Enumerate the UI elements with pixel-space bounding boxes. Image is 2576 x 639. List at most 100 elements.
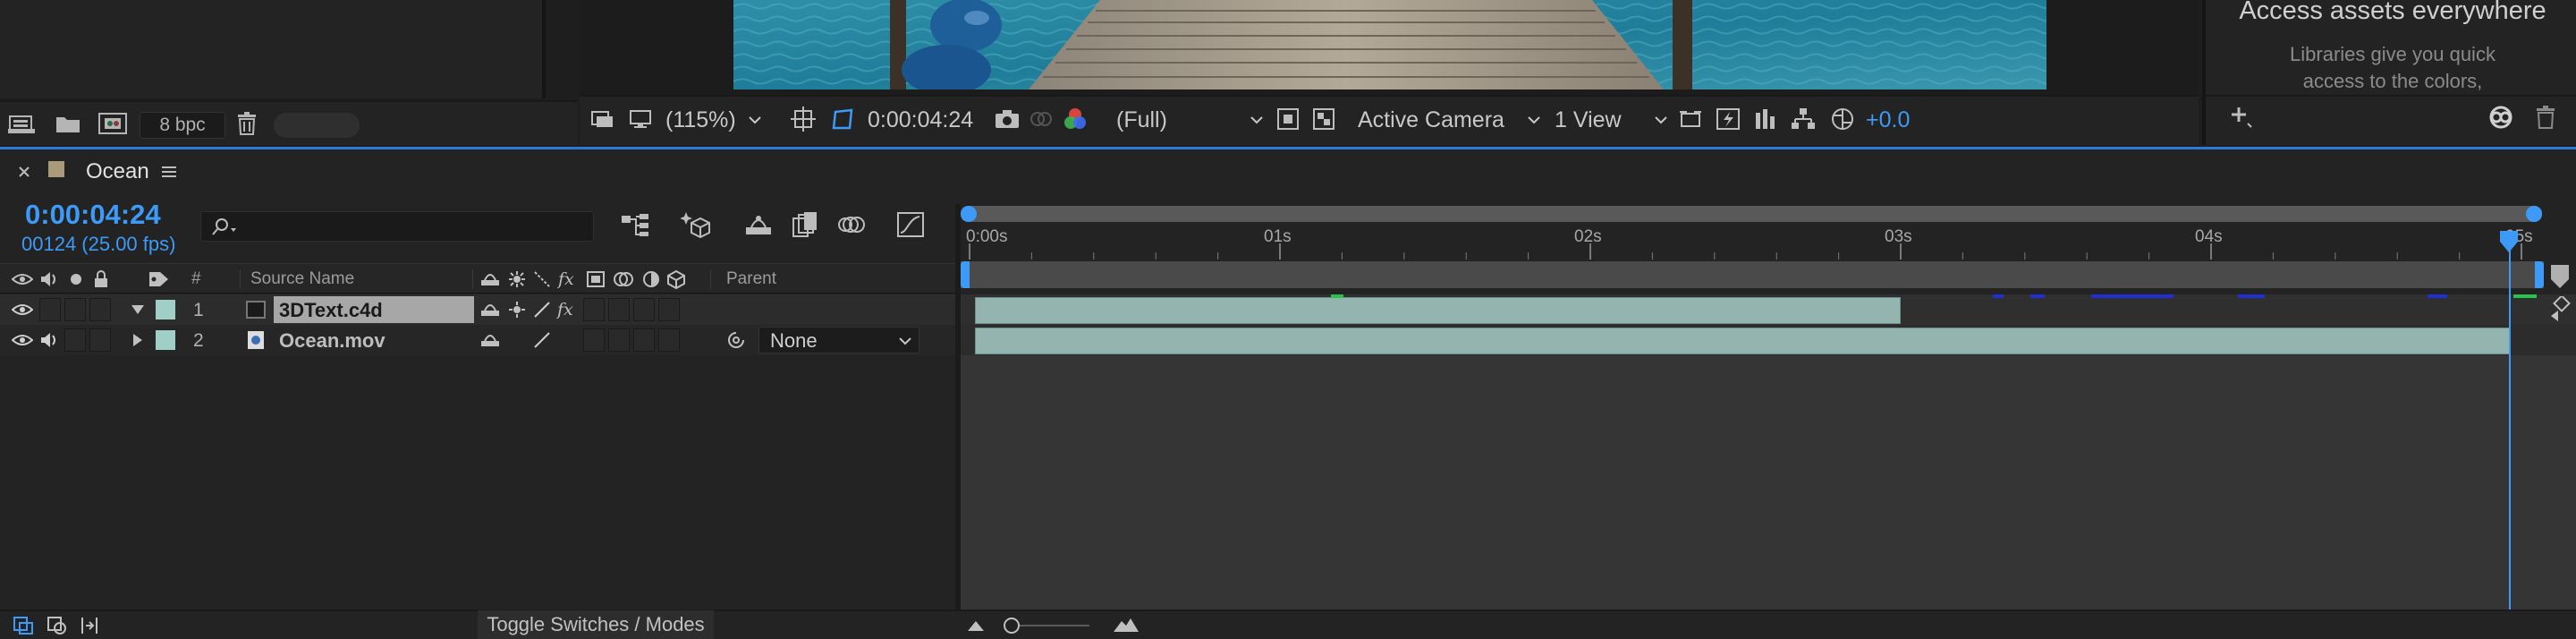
trash-icon[interactable]	[233, 111, 261, 136]
snapshot-camera-icon[interactable]	[993, 106, 1021, 132]
video-visibility-toggle[interactable]	[11, 300, 34, 320]
adjustment-switch[interactable]	[633, 298, 655, 321]
video-visibility-toggle[interactable]	[11, 330, 34, 350]
expand-triangle-down-icon[interactable]	[127, 300, 148, 320]
toggle-switches-modes-button[interactable]: Toggle Switches / Modes	[478, 610, 714, 639]
creative-cloud-icon[interactable]	[2483, 102, 2519, 132]
time-navigator-bar[interactable]	[961, 206, 2542, 222]
interpret-footage-icon[interactable]	[7, 111, 39, 136]
movie-footage-icon	[245, 330, 267, 350]
3d-switch[interactable]	[658, 298, 680, 321]
view-layout-dropdown[interactable]: 1 View	[1555, 104, 1673, 136]
reset-exposure-icon[interactable]	[1828, 106, 1857, 132]
frame-blending-icon[interactable]	[789, 209, 821, 240]
layer-label-color[interactable]	[156, 300, 175, 320]
monitor-icon[interactable]	[626, 106, 655, 132]
shy-switch-icon[interactable]	[479, 330, 501, 350]
label-tag-header-icon	[147, 269, 172, 289]
comp-mini-flowchart-icon[interactable]	[619, 209, 651, 240]
collapse-switch-icon[interactable]	[506, 300, 528, 320]
3d-switch[interactable]	[658, 328, 680, 352]
adjustment-layer-header-icon	[640, 269, 662, 289]
layer-switches-pane-icon[interactable]	[11, 615, 36, 636]
work-area-bar[interactable]	[961, 261, 2544, 288]
quality-switch-icon[interactable]	[531, 330, 553, 350]
current-time-display[interactable]: 0:00:04:24	[25, 199, 161, 231]
add-asset-icon[interactable]	[2225, 102, 2258, 132]
motion-blur-switch[interactable]	[608, 328, 630, 352]
layer-track-area	[961, 294, 2576, 609]
new-folder-icon[interactable]	[52, 111, 84, 136]
audio-toggle-empty[interactable]	[39, 298, 61, 321]
zoom-in-mountain-icon[interactable]	[1113, 615, 1140, 635]
navigator-end-handle[interactable]	[2526, 206, 2542, 222]
timeline-icon[interactable]	[1751, 106, 1780, 132]
frame-blend-switch[interactable]	[583, 298, 605, 321]
zoom-slider-thumb[interactable]	[1004, 618, 1020, 634]
navigator-start-handle[interactable]	[961, 206, 977, 222]
graph-editor-icon[interactable]	[894, 209, 927, 240]
camera-dropdown[interactable]: Active Camera	[1358, 104, 1546, 136]
playhead-handle[interactable]	[2498, 229, 2520, 254]
libraries-description-2: access to the colors,	[2302, 70, 2483, 92]
fast-previews-icon[interactable]	[1714, 106, 1742, 132]
new-composition-icon[interactable]	[97, 111, 129, 136]
exposure-value[interactable]: +0.0	[1866, 104, 1910, 136]
mask-visibility-icon[interactable]	[828, 106, 857, 132]
parent-pickwhip-icon[interactable]	[724, 330, 748, 350]
ruler-tick-label: 02s	[1574, 227, 1602, 246]
work-area-start-handle[interactable]	[961, 261, 970, 288]
parent-dropdown[interactable]: None	[758, 327, 919, 354]
draft-3d-icon[interactable]	[680, 209, 712, 240]
time-ruler[interactable]: 0:00s 01s 02s 03s 04s 05s	[961, 227, 2542, 260]
parent-column-header[interactable]: Parent	[726, 269, 776, 289]
layer-1-switches: fx	[474, 294, 955, 325]
region-of-interest-icon[interactable]	[1274, 106, 1302, 132]
comp-marker-bin-icon[interactable]	[2549, 263, 2571, 290]
composition-frame-image	[733, 0, 2046, 89]
layer-label-color[interactable]	[156, 330, 175, 350]
project-panel	[0, 0, 542, 98]
bit-depth-button[interactable]: 8 bpc	[140, 112, 225, 139]
shy-layers-icon[interactable]	[742, 209, 775, 240]
keyframe-navigator-icon[interactable]	[2549, 296, 2572, 323]
lock-toggle[interactable]	[89, 328, 111, 352]
layer-name[interactable]: 3DText.c4d	[279, 299, 383, 322]
color-channels-icon[interactable]	[1061, 106, 1089, 132]
layer-2-duration-bar[interactable]	[975, 328, 2511, 354]
motion-blur-icon[interactable]	[835, 209, 868, 240]
transparency-grid-icon[interactable]	[1309, 106, 1338, 132]
quality-switch-icon[interactable]	[531, 300, 553, 320]
transfer-controls-pane-icon[interactable]	[45, 615, 70, 636]
zoom-out-mountain-icon[interactable]	[966, 617, 986, 635]
shy-switch-icon[interactable]	[479, 300, 501, 320]
magnification-dropdown[interactable]: (115%)	[665, 104, 787, 136]
project-search-slider[interactable]	[274, 113, 360, 138]
flowchart-icon[interactable]	[1789, 106, 1818, 132]
delete-asset-icon[interactable]	[2529, 102, 2562, 132]
solo-toggle[interactable]	[64, 298, 86, 321]
motion-blur-switch[interactable]	[608, 298, 630, 321]
tab-title: Ocean	[86, 159, 149, 183]
collapse-transform-header-icon	[506, 269, 528, 289]
layer-search-input[interactable]	[200, 211, 594, 242]
solo-toggle[interactable]	[64, 328, 86, 352]
show-snapshot-icon[interactable]	[1027, 106, 1055, 132]
layer-name[interactable]: Ocean.mov	[279, 329, 386, 353]
expand-triangle-right-icon[interactable]	[127, 330, 148, 350]
resolution-dropdown[interactable]: (Full)	[1116, 104, 1268, 136]
adjustment-switch[interactable]	[633, 328, 655, 352]
audio-toggle-icon[interactable]	[38, 330, 61, 350]
source-name-column-header[interactable]: Source Name	[250, 269, 354, 289]
always-preview-icon[interactable]	[589, 106, 617, 132]
frame-blend-switch[interactable]	[583, 328, 605, 352]
close-tab-icon[interactable]	[14, 161, 34, 183]
panel-menu-icon[interactable]	[157, 163, 181, 181]
in-out-duration-pane-icon[interactable]	[77, 615, 102, 636]
lock-toggle[interactable]	[89, 298, 111, 321]
viewer-timecode[interactable]: 0:00:04:24	[868, 104, 973, 136]
work-area-end-handle[interactable]	[2535, 261, 2544, 288]
toggle-pixel-aspect-icon[interactable]	[1676, 106, 1705, 132]
effects-switch-icon[interactable]: fx	[556, 298, 580, 321]
grid-guide-icon[interactable]	[789, 106, 818, 132]
